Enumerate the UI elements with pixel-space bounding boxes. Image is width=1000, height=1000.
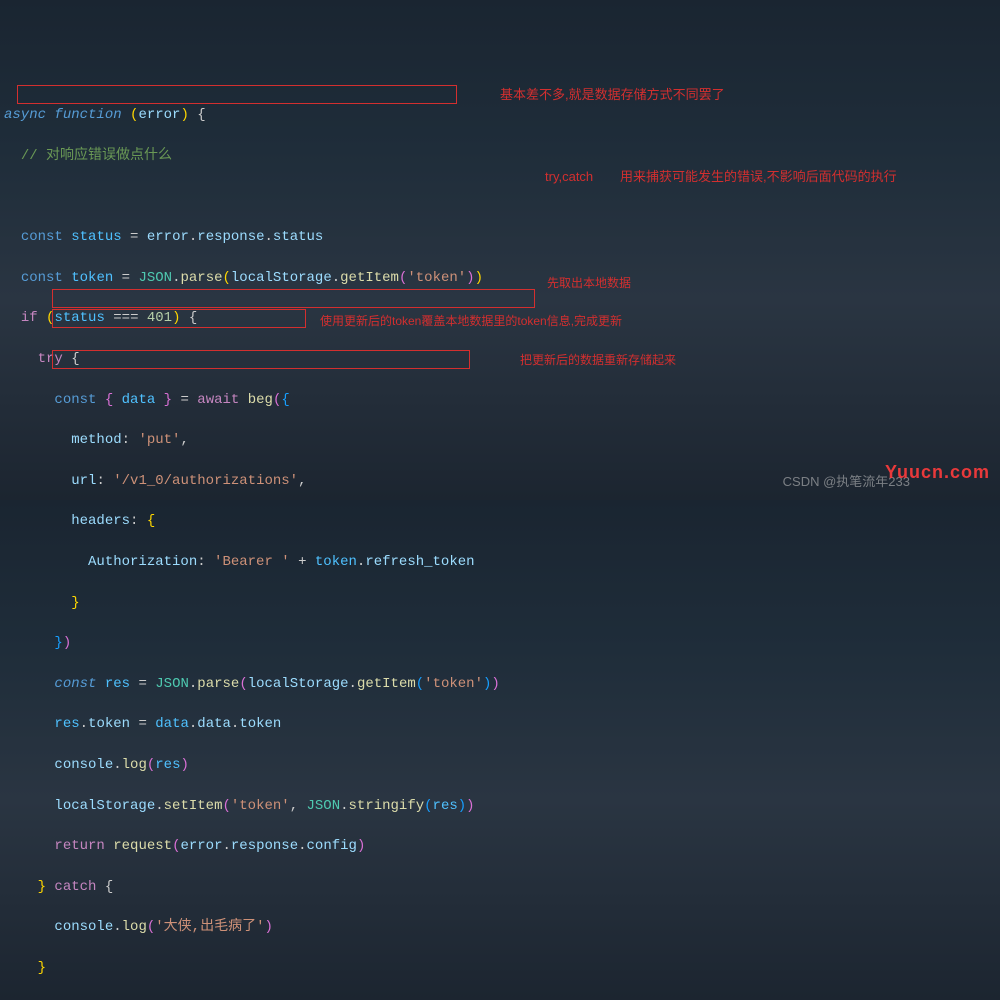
annotation-text-1: 基本差不多,就是数据存储方式不同罢了 (500, 86, 725, 105)
comment: // 对响应错误做点什么 (21, 148, 172, 164)
annotation-text-5: 把更新后的数据重新存储起来 (520, 352, 676, 369)
code-line: const token = JSON.parse(localStorage.ge… (4, 268, 1000, 288)
keyword-function: function (54, 107, 121, 123)
code-line: try { (4, 349, 1000, 369)
code-line (4, 187, 1000, 207)
code-line: } (4, 999, 1000, 1000)
code-line: Authorization: 'Bearer ' + token.refresh… (4, 552, 1000, 572)
code-line: async function (error) { (4, 105, 1000, 125)
keyword-async: async (4, 107, 46, 123)
code-line: method: 'put', (4, 430, 1000, 450)
code-line: } (4, 593, 1000, 613)
code-line: console.log('大侠,出毛病了') (4, 917, 1000, 937)
code-line: const res = JSON.parse(localStorage.getI… (4, 674, 1000, 694)
code-line: res.token = data.data.token (4, 714, 1000, 734)
watermark-site: Yuucn.com (885, 459, 990, 485)
code-line: const { data } = await beg({ (4, 390, 1000, 410)
code-line: console.log(res) (4, 755, 1000, 775)
code-editor: async function (error) { // 对响应错误做点什么 co… (0, 81, 1000, 1000)
code-line: return request(error.response.config) (4, 836, 1000, 856)
annotation-text-2-right: 用来捕获可能发生的错误,不影响后面代码的执行 (620, 168, 897, 187)
code-line: const status = error.response.status (4, 227, 1000, 247)
code-line: headers: { (4, 511, 1000, 531)
code-line: }) (4, 633, 1000, 653)
code-line: } (4, 958, 1000, 978)
code-line: } catch { (4, 877, 1000, 897)
annotation-text-3: 先取出本地数据 (547, 275, 631, 292)
code-line: // 对响应错误做点什么 (4, 146, 1000, 166)
annotation-text-2-left: try,catch (545, 168, 593, 187)
code-line: localStorage.setItem('token', JSON.strin… (4, 796, 1000, 816)
annotation-text-4: 使用更新后的token覆盖本地数据里的token信息,完成更新 (320, 313, 622, 330)
